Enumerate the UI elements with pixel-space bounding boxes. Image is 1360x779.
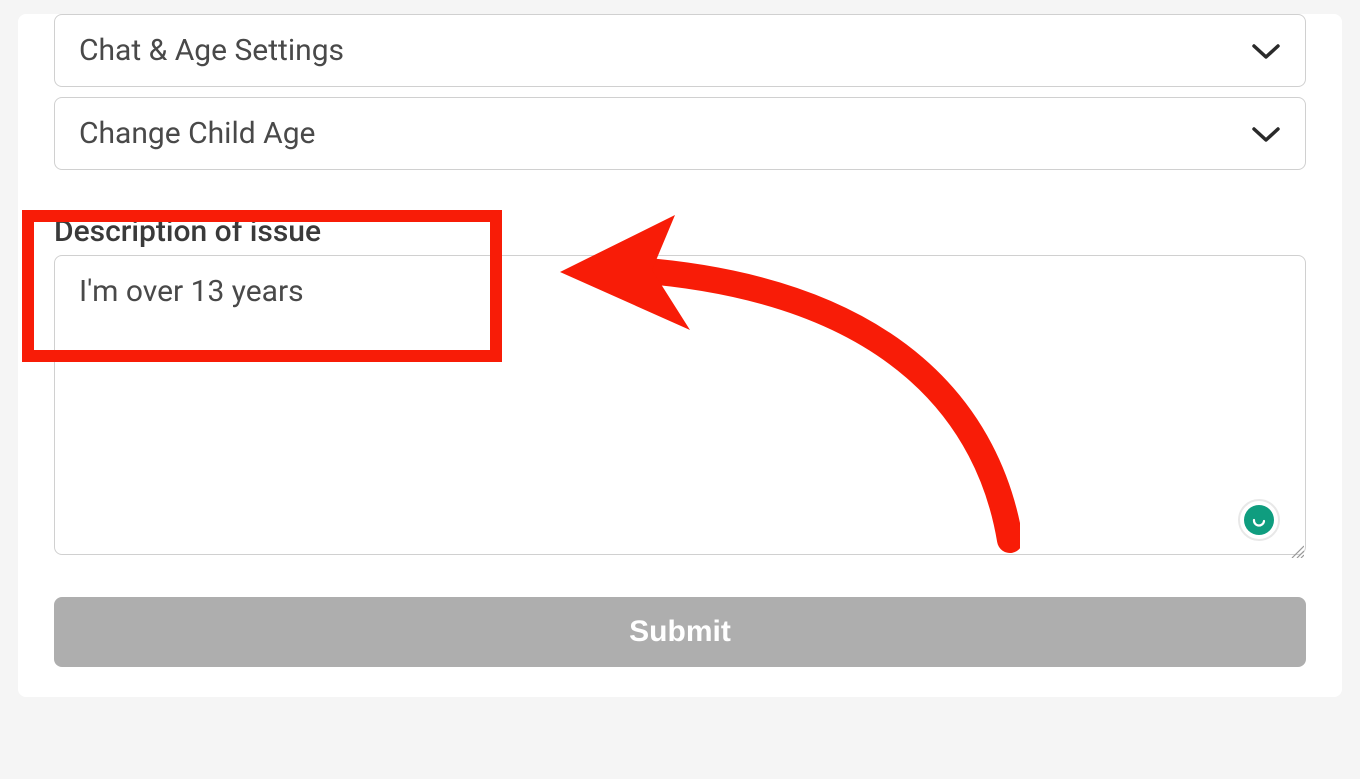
description-textarea[interactable] [54,255,1306,555]
textarea-wrapper [54,255,1306,559]
resize-handle-icon[interactable] [1290,543,1304,557]
description-of-issue-label: Description of issue [54,214,1306,249]
dropdown-label: Change Child Age [79,116,315,151]
chat-age-settings-dropdown[interactable]: Chat & Age Settings [54,14,1306,87]
submit-button[interactable]: Submit [54,597,1306,667]
chevron-down-icon [1251,119,1281,149]
chevron-down-icon [1251,36,1281,66]
dropdown-label: Chat & Age Settings [79,33,344,68]
form-container: Chat & Age Settings Change Child Age Des… [18,14,1342,697]
change-child-age-dropdown[interactable]: Change Child Age [54,97,1306,170]
grammarly-icon[interactable] [1238,499,1280,541]
